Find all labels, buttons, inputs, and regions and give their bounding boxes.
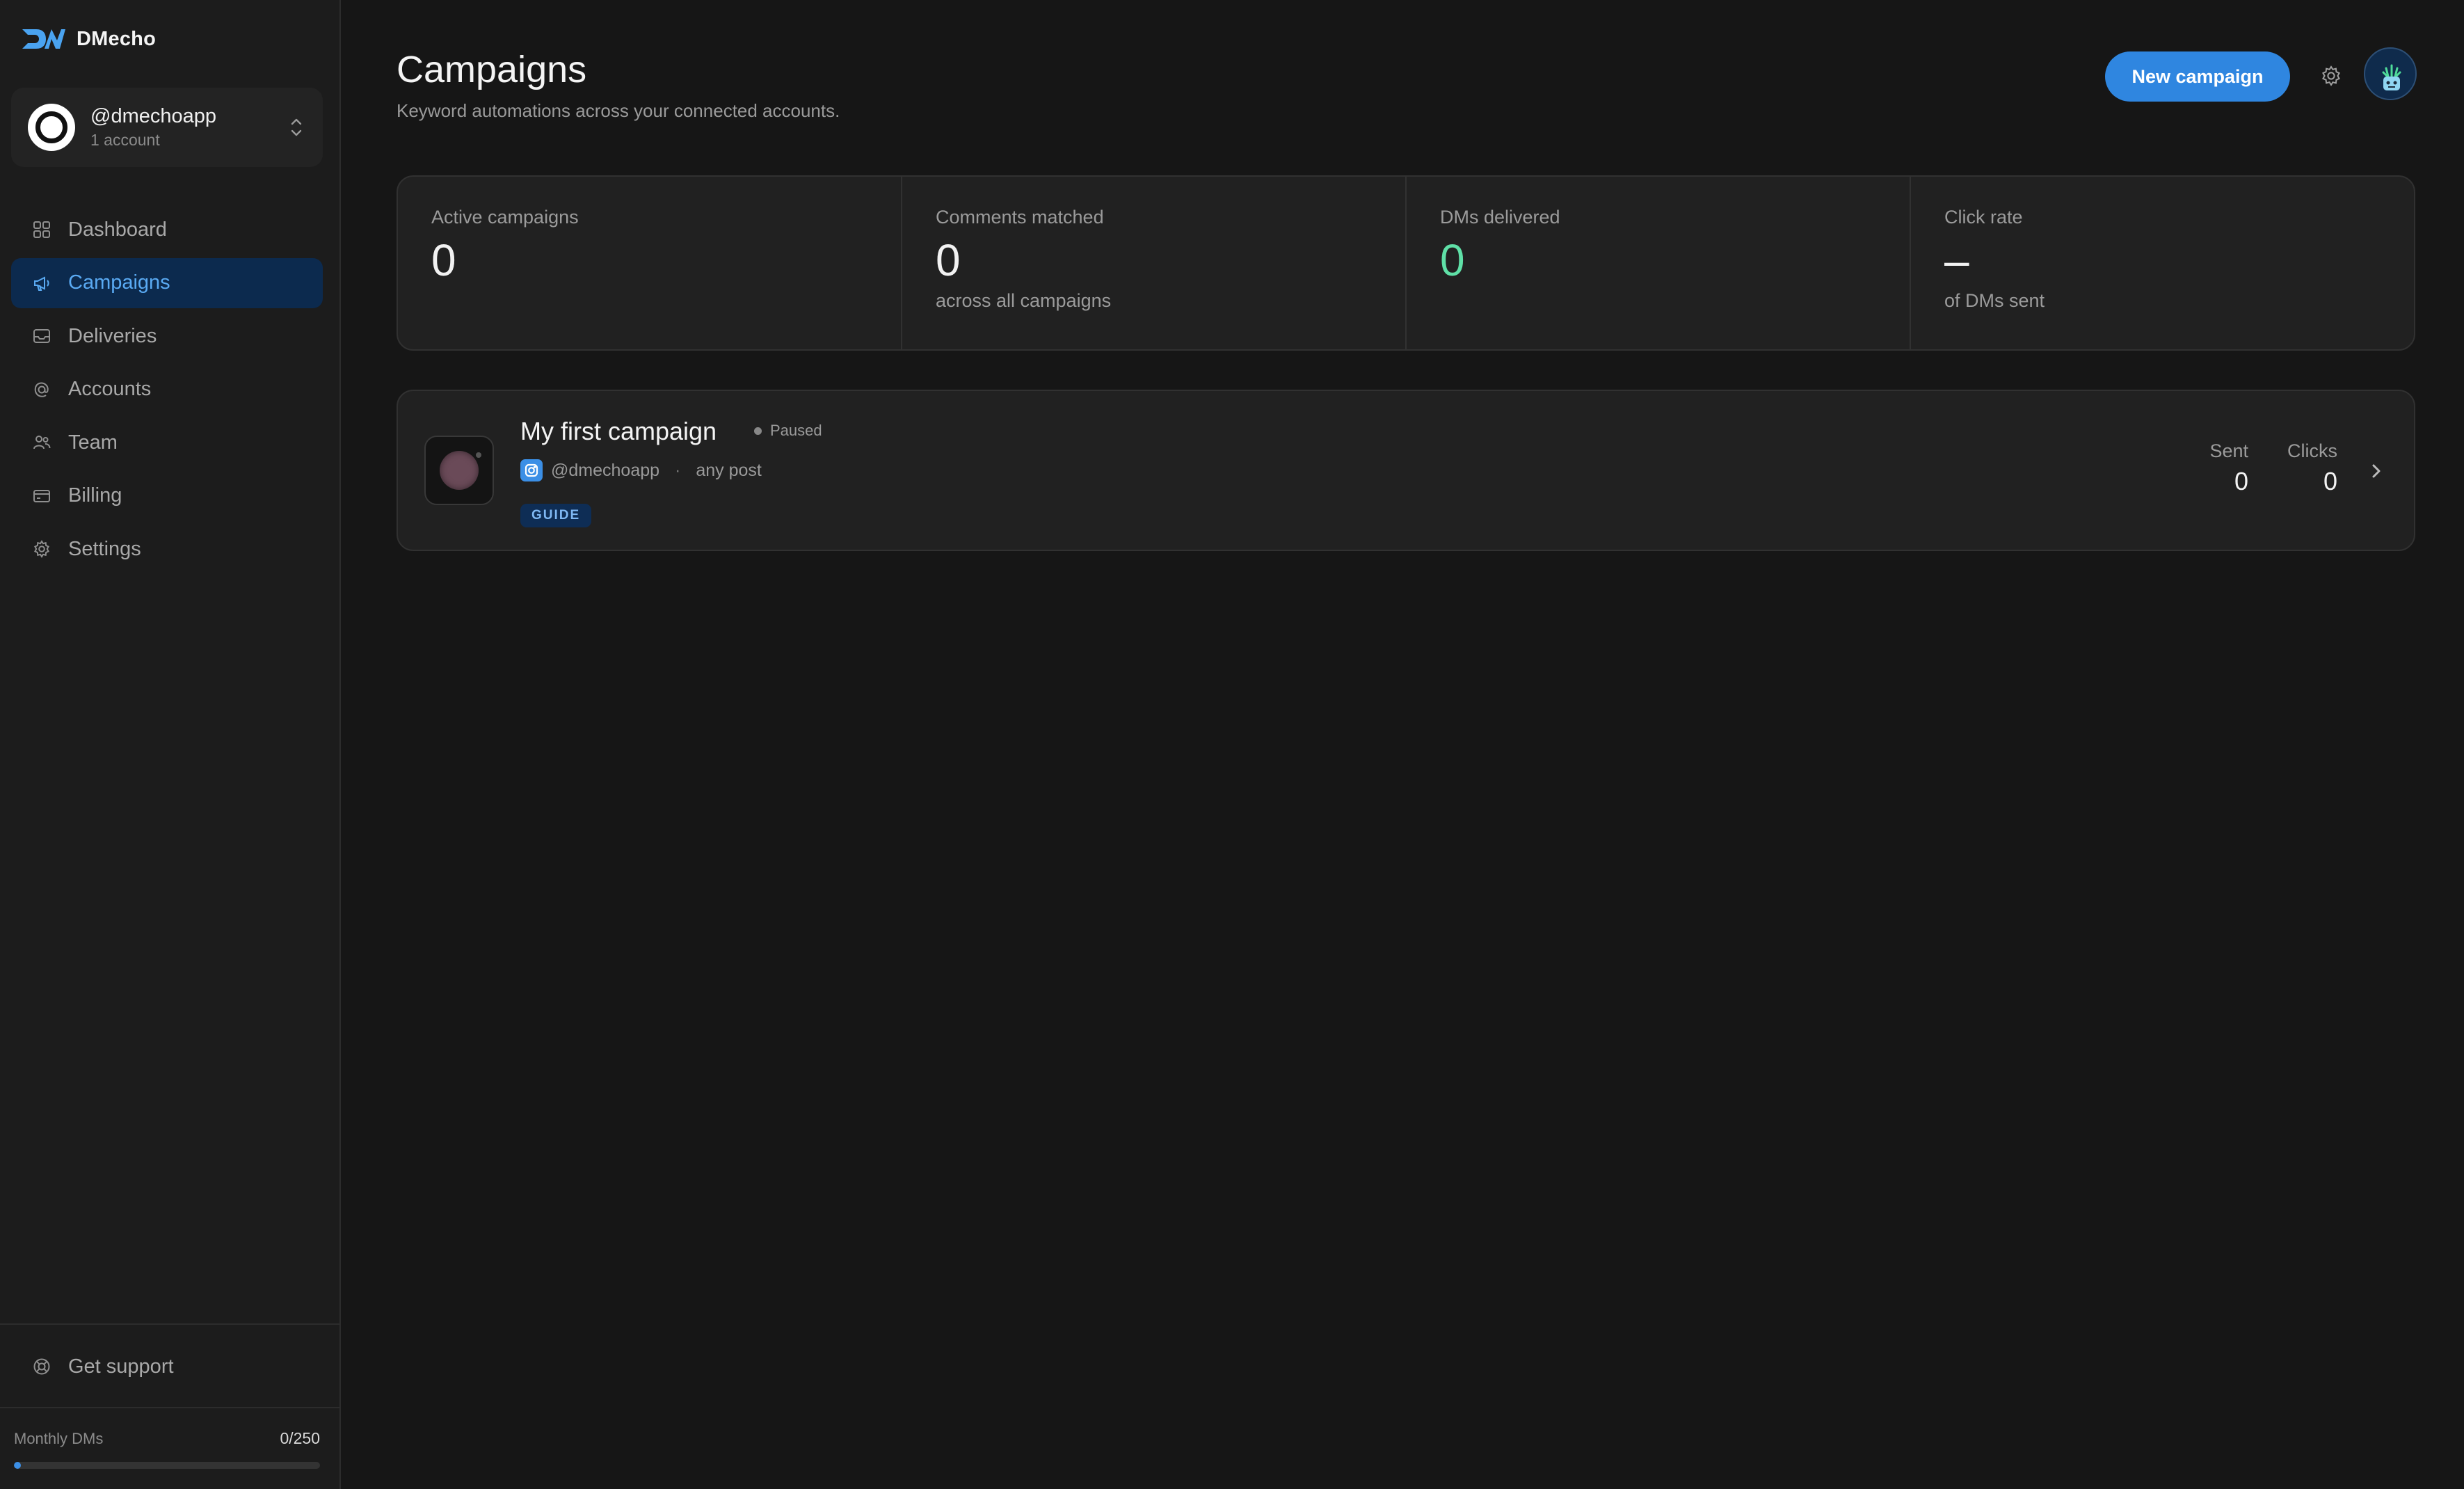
status-dot-icon <box>754 427 762 435</box>
account-handle: @dmechoapp <box>90 105 216 127</box>
sidebar-item-label: Accounts <box>68 378 152 400</box>
new-campaign-button[interactable]: New campaign <box>2105 51 2290 102</box>
stat-sub: of DMs sent <box>1944 290 2045 311</box>
gear-icon <box>2321 65 2341 86</box>
gear-icon <box>34 540 49 558</box>
sidebar-item-billing[interactable]: Billing <box>11 471 323 521</box>
sidebar-nav: Dashboard Campaigns Deliveries Accounts … <box>11 205 323 578</box>
campaign-title: My first campaign <box>520 417 717 445</box>
sidebar-item-label: Team <box>68 431 118 454</box>
metric-label: Clicks <box>2287 440 2337 461</box>
stat-label: Click rate <box>1944 207 2023 228</box>
stat-label: Active campaigns <box>431 207 579 228</box>
metric-value: 0 <box>2234 467 2248 495</box>
monthly-dm-usage: Monthly DMs 0/250 <box>14 1429 320 1469</box>
meta-separator: · <box>675 460 681 480</box>
stat-label: Comments matched <box>936 207 1104 228</box>
brand[interactable]: DMecho <box>21 25 156 53</box>
sidebar: DMecho @dmechoapp 1 account Dashboard Ca… <box>0 0 341 1489</box>
usage-progress-fill <box>14 1462 21 1469</box>
chevron-right-icon[interactable] <box>2369 461 2383 481</box>
sidebar-item-label: Deliveries <box>68 324 157 347</box>
metric-value: 0 <box>2323 467 2337 495</box>
sidebar-item-label: Dashboard <box>68 218 167 241</box>
sidebar-item-deliveries[interactable]: Deliveries <box>11 311 323 361</box>
campaign-account: @dmechoapp <box>551 460 660 480</box>
campaign-meta: @dmechoapp · any post <box>520 459 762 481</box>
stat-dms-delivered: DMs delivered 0 <box>1407 177 1911 349</box>
metric-label: Sent <box>2209 440 2248 461</box>
sidebar-item-accounts[interactable]: Accounts <box>11 365 323 415</box>
campaign-thumbnail <box>424 436 494 505</box>
page-subtitle: Keyword automations across your connecte… <box>397 100 840 121</box>
account-switcher[interactable]: @dmechoapp 1 account <box>11 88 323 167</box>
instagram-icon <box>520 459 543 481</box>
dmecho-logo-icon <box>22 29 65 49</box>
usage-progress-bar <box>14 1462 320 1469</box>
stat-active-campaigns: Active campaigns 0 <box>398 177 902 349</box>
robot-avatar-icon <box>2382 64 2401 90</box>
sidebar-item-label: Settings <box>68 537 141 560</box>
stat-value: – <box>1944 235 1969 285</box>
page-title: Campaigns <box>397 49 587 90</box>
stat-value: 0 <box>1440 235 1465 285</box>
settings-button[interactable] <box>2319 64 2343 88</box>
inbox-icon <box>33 329 50 343</box>
users-icon <box>33 436 51 449</box>
status-text: Paused <box>770 422 822 439</box>
stat-value: 0 <box>936 235 961 285</box>
stats-panel: Active campaigns 0 Comments matched 0 ac… <box>397 175 2415 351</box>
brand-name: DMecho <box>77 27 156 50</box>
stat-value: 0 <box>431 235 456 285</box>
user-avatar[interactable] <box>2364 47 2417 100</box>
lifebuoy-icon <box>33 1358 50 1375</box>
app-root: DMecho @dmechoapp 1 account Dashboard Ca… <box>0 0 2464 1489</box>
metric-clicks: Clicks 0 <box>2287 440 2337 497</box>
metric-sent: Sent 0 <box>2209 440 2248 497</box>
stat-click-rate: Click rate – of DMs sent <box>1911 177 2414 349</box>
campaign-tag: GUIDE <box>520 504 592 527</box>
account-count: 1 account <box>90 131 160 149</box>
sidebar-item-settings[interactable]: Settings <box>11 524 323 574</box>
stat-comments-matched: Comments matched 0 across all campaigns <box>902 177 1407 349</box>
status-badge: Paused <box>754 422 822 440</box>
support-section: Get support <box>0 1323 339 1408</box>
account-avatar <box>28 104 75 151</box>
campaign-row[interactable]: My first campaign Paused @dmechoapp · an… <box>397 390 2415 551</box>
usage-value: 0/250 <box>280 1429 320 1447</box>
sidebar-item-campaigns[interactable]: Campaigns <box>11 257 323 308</box>
at-icon <box>34 382 49 397</box>
stat-label: DMs delivered <box>1440 207 1560 228</box>
get-support-link[interactable]: Get support <box>11 1341 323 1392</box>
sidebar-item-team[interactable]: Team <box>11 417 323 468</box>
stat-sub: across all campaigns <box>936 290 1112 311</box>
campaign-scope: any post <box>696 460 762 480</box>
sidebar-item-label: Campaigns <box>68 271 170 294</box>
megaphone-icon <box>34 276 49 291</box>
sidebar-item-label: Billing <box>68 484 122 507</box>
grid-icon <box>33 221 50 238</box>
chevron-up-down-icon <box>291 118 302 136</box>
get-support-label: Get support <box>68 1355 174 1378</box>
sidebar-item-dashboard[interactable]: Dashboard <box>11 205 323 255</box>
credit-card-icon <box>33 489 50 502</box>
usage-label: Monthly DMs <box>14 1429 104 1447</box>
